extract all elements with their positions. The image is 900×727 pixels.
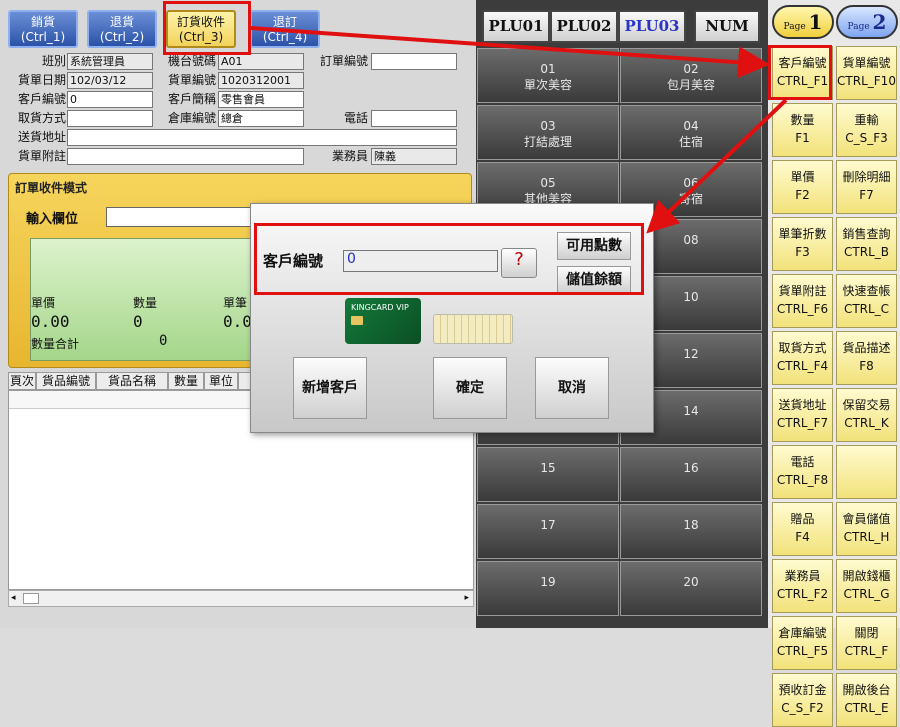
function-label: 預收訂金 [778, 683, 827, 697]
arrow-to-dialog [646, 98, 788, 234]
function-shortcut: CTRL_E [844, 701, 889, 715]
function-shortcut: C_S_F2 [781, 701, 824, 715]
function-button[interactable]: 預收訂金 C_S_F2 [772, 673, 833, 727]
annotation-arrows [250, 26, 788, 234]
function-shortcut: CTRL_F5 [776, 644, 829, 658]
arrow-to-customer-key [250, 26, 770, 79]
function-shortcut: CTRL_F [844, 644, 889, 658]
function-button[interactable]: 開啟後台 CTRL_E [836, 673, 897, 727]
function-label: 開啟後台 [842, 683, 891, 697]
